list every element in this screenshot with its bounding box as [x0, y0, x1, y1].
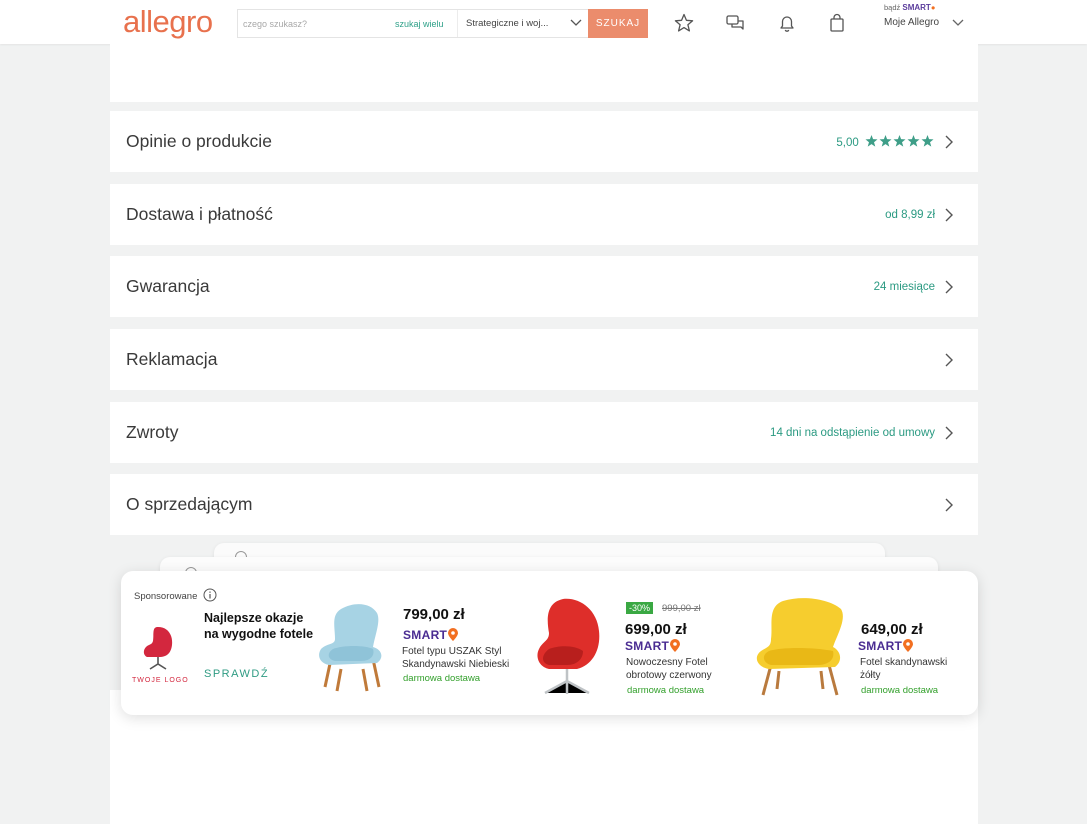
product-price[interactable]: 649,00 zł	[861, 621, 923, 638]
allegro-logo[interactable]: allegro	[123, 4, 213, 40]
smart-text: SMART	[858, 639, 903, 653]
chat-icon[interactable]	[724, 12, 746, 34]
row-seller[interactable]: O sprzedającym	[110, 474, 978, 535]
old-price: 999,00 zł	[662, 603, 701, 614]
brand-name: TWOJE LOGO	[132, 677, 189, 684]
row-title: Gwarancja	[126, 276, 210, 296]
smart-pin-icon	[670, 639, 681, 652]
row-warranty[interactable]: Gwarancja 24 miesiące	[110, 256, 978, 317]
product-image-blue-armchair[interactable]	[311, 599, 393, 695]
smart-badge: SMART	[625, 639, 681, 653]
row-title: Reklamacja	[126, 349, 218, 369]
search-bar: szukaj wielu Strategiczne i woj... SZUKA…	[237, 9, 648, 38]
free-shipping: darmowa dostawa	[627, 685, 705, 696]
row-title: O sprzedającym	[126, 494, 253, 514]
free-shipping: darmowa dostawa	[403, 673, 481, 684]
smart-label: SMART	[902, 3, 931, 12]
account-menu[interactable]: Moje Allegro	[884, 17, 939, 28]
product-price[interactable]: 799,00 zł	[403, 606, 465, 623]
rating-value: 5,00	[836, 134, 935, 149]
row-complaints[interactable]: Reklamacja	[110, 329, 978, 390]
chevron-right-icon	[945, 426, 953, 439]
chevron-right-icon	[945, 498, 953, 511]
star-filled-icon	[879, 134, 892, 147]
star-icon[interactable]	[673, 12, 695, 34]
smart-text: SMART	[625, 639, 670, 653]
category-select[interactable]: Strategiczne i woj...	[457, 10, 588, 37]
ad-headline: Najlepsze okazje na wygodne fotele	[204, 611, 314, 641]
info-icon[interactable]	[203, 588, 217, 602]
top-content-panel	[110, 44, 978, 102]
row-title: Zwroty	[126, 422, 179, 442]
top-navigation-bar: allegro szukaj wielu Strategiczne i woj.…	[0, 0, 1087, 44]
smart-text: SMART	[403, 628, 448, 642]
row-value: 24 miesiące	[873, 280, 935, 293]
product-name[interactable]: Fotel skandynawski żółty	[860, 656, 960, 682]
smart-promo[interactable]: bądź SMART●	[884, 3, 935, 12]
star-filled-icon	[893, 134, 906, 147]
bag-icon[interactable]	[826, 12, 848, 34]
star-filled-icon	[907, 134, 920, 147]
star-filled-icon	[865, 134, 878, 147]
brand-logo-image[interactable]	[137, 623, 179, 673]
rating-stars	[865, 134, 935, 147]
sponsored-label: Sponsorowane	[134, 591, 198, 602]
product-name[interactable]: Fotel typu USZAK Styl Skandynawski Niebi…	[402, 645, 520, 671]
product-name[interactable]: Nowoczesny Fotel obrotowy czerwony	[626, 656, 726, 682]
check-button[interactable]: SPRAWDŹ	[204, 668, 269, 680]
row-delivery[interactable]: Dostawa i płatność od 8,99 zł	[110, 184, 978, 245]
row-value: 14 dni na odstąpienie od umowy	[770, 426, 935, 439]
row-returns[interactable]: Zwroty 14 dni na odstąpienie od umowy	[110, 402, 978, 463]
chevron-right-icon	[945, 208, 953, 221]
row-value: od 8,99 zł	[885, 208, 935, 221]
chevron-down-icon	[570, 19, 582, 26]
row-reviews[interactable]: Opinie o produkcie 5,00	[110, 111, 978, 172]
smart-badge: SMART	[858, 639, 914, 653]
smart-badge: SMART	[403, 628, 459, 642]
product-image-red-egg-chair[interactable]	[527, 597, 607, 695]
sponsored-ad-card: Sponsorowane TWOJE LOGO Najlepsze okazje…	[121, 571, 978, 715]
smart-pin-icon	[448, 628, 459, 641]
row-title: Dostawa i płatność	[126, 204, 273, 224]
rating-number: 5,00	[836, 136, 859, 149]
free-shipping: darmowa dostawa	[861, 685, 939, 696]
row-title: Opinie o produkcie	[126, 131, 272, 151]
star-filled-icon	[921, 134, 934, 147]
discount-badge: -30%	[626, 602, 654, 614]
search-many-link[interactable]: szukaj wielu	[395, 19, 444, 29]
category-select-label: Strategiczne i woj...	[466, 18, 549, 29]
product-image-yellow-armchair[interactable]	[749, 595, 851, 697]
product-price[interactable]: 699,00 zł	[625, 621, 687, 638]
chevron-down-icon[interactable]	[951, 16, 965, 28]
search-button[interactable]: SZUKAJ	[588, 9, 648, 38]
chevron-right-icon	[945, 353, 953, 366]
chevron-right-icon	[945, 135, 953, 148]
smart-prefix: bądź	[884, 3, 901, 12]
bell-icon[interactable]	[776, 12, 798, 34]
smart-pin-icon	[903, 639, 914, 652]
chevron-right-icon	[945, 280, 953, 293]
